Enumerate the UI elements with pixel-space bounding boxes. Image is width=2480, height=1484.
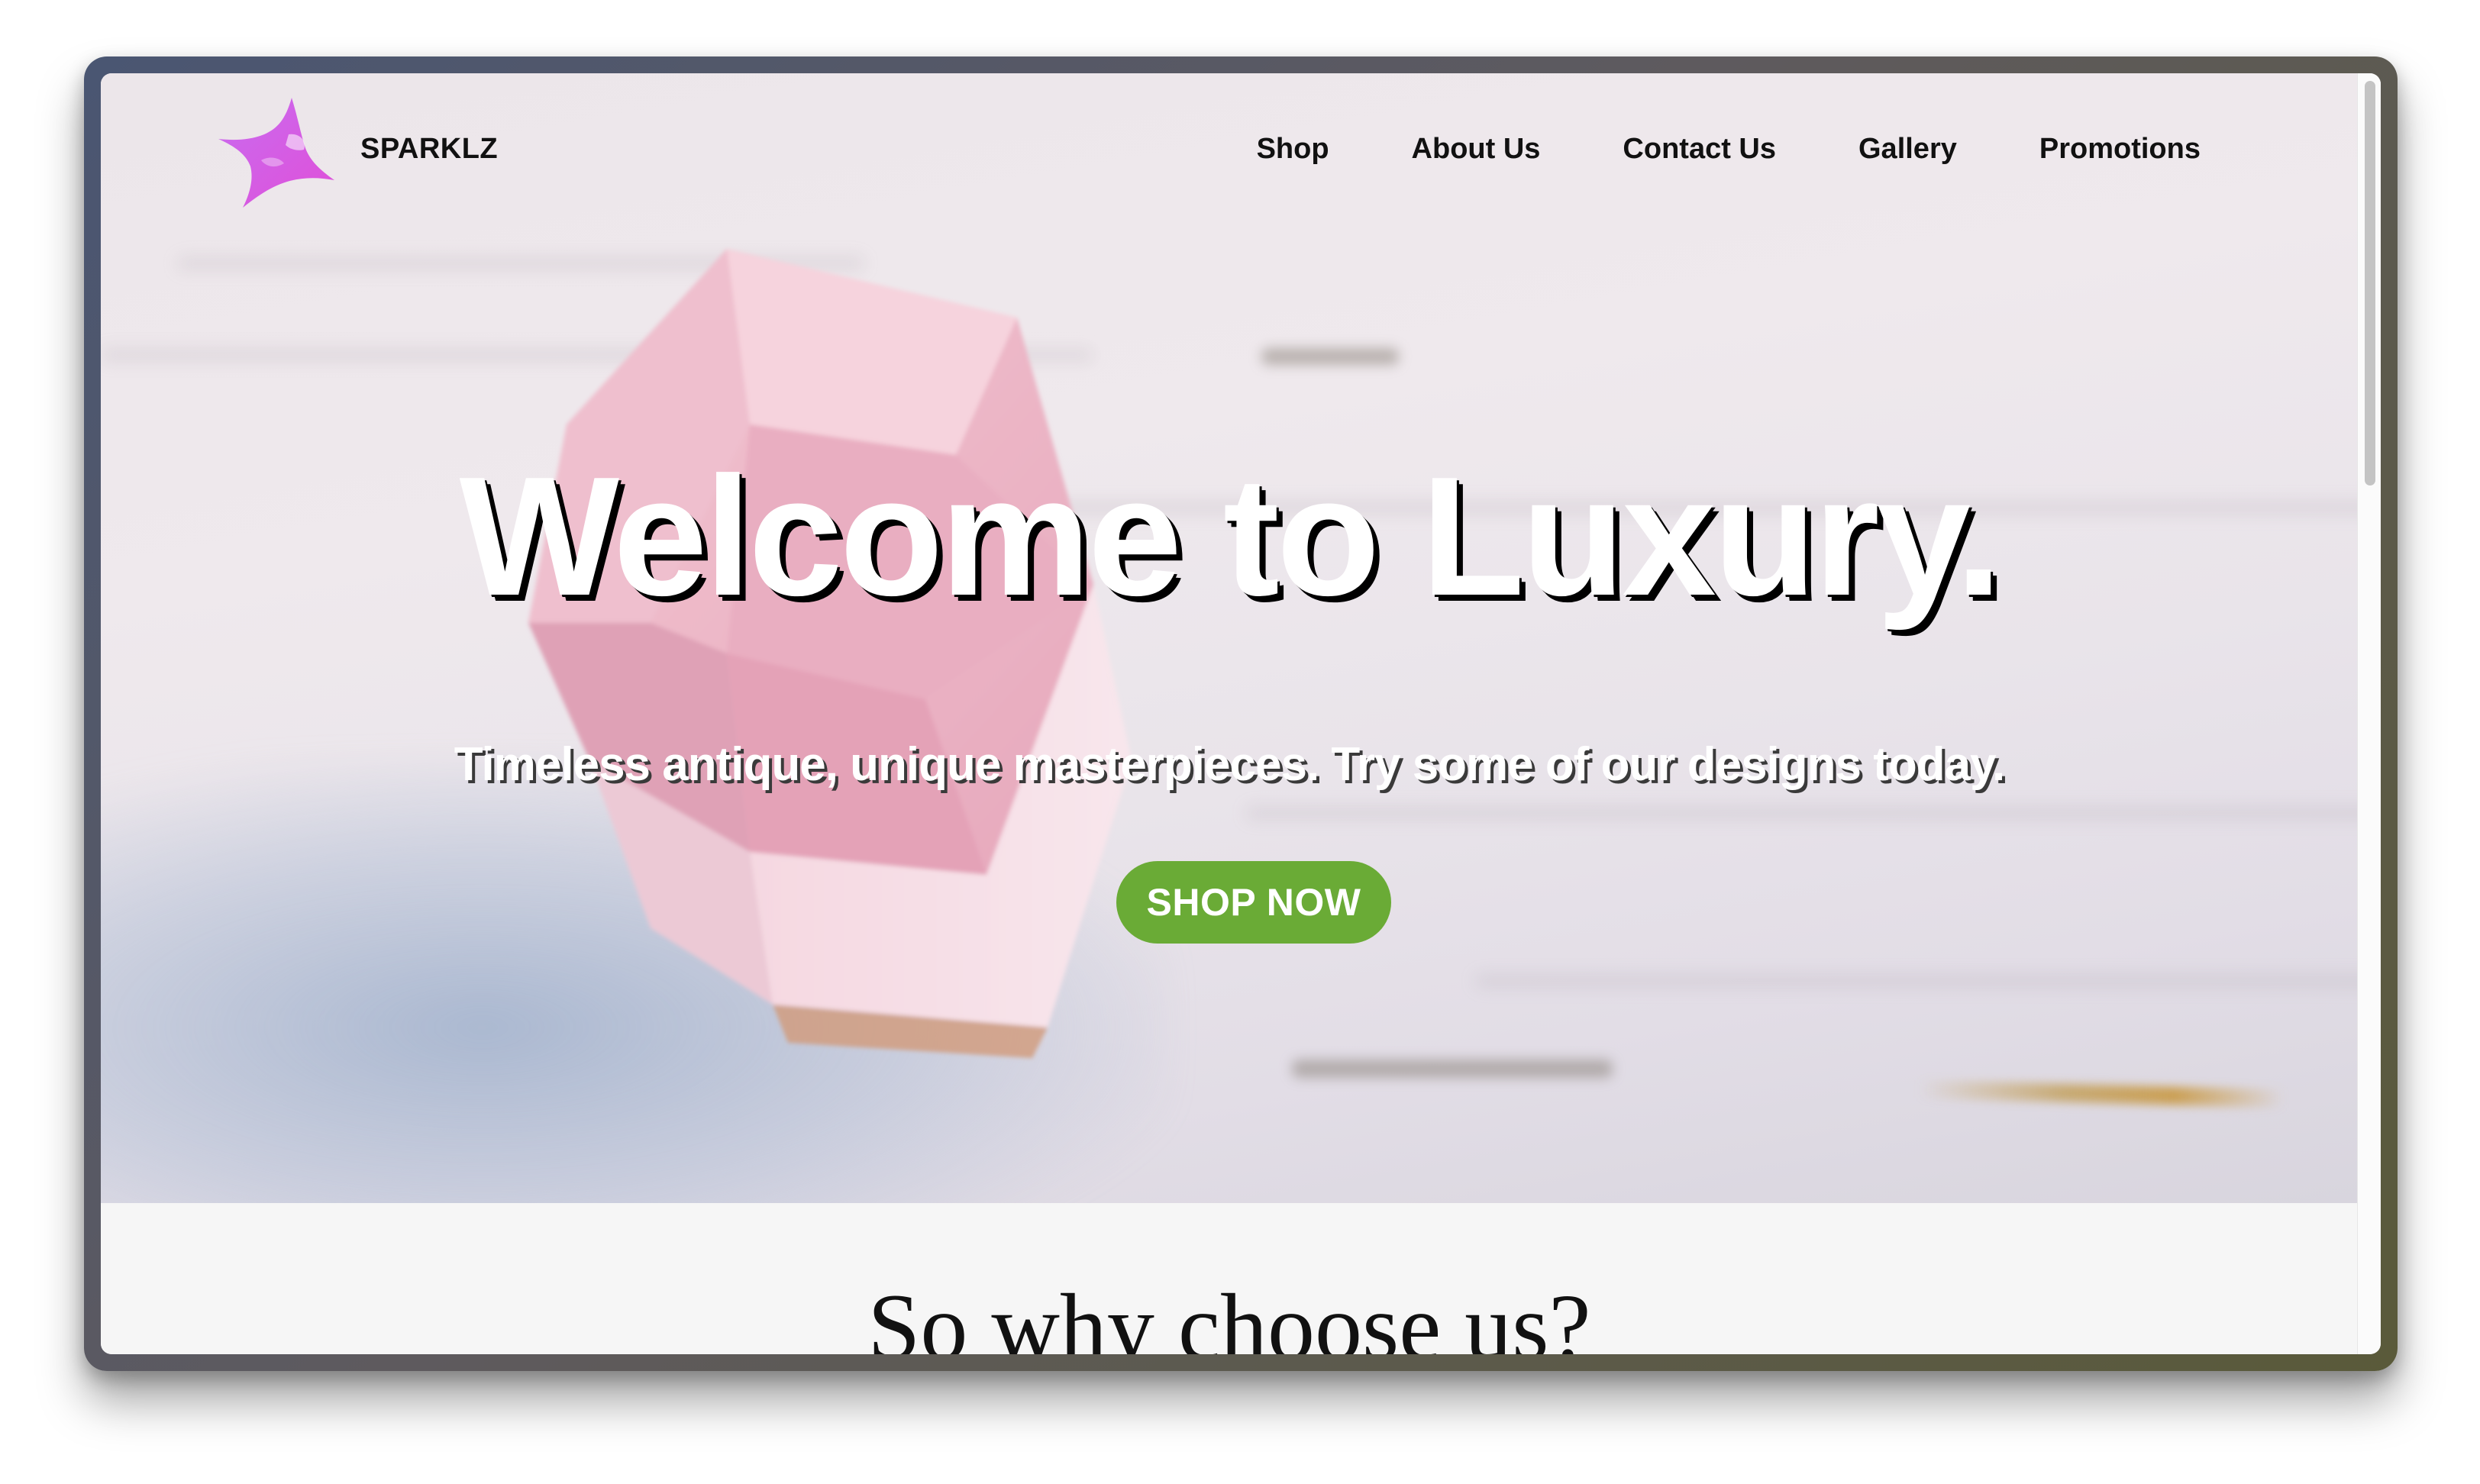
rose-quartz-crystal [528, 249, 1132, 1058]
section-title: So why choose us? [867, 1275, 1591, 1354]
nav-item-about-us[interactable]: About Us [1412, 133, 1541, 166]
nav-links: Shop About Us Contact Us Gallery Promoti… [1257, 133, 2201, 166]
browser-viewport: SPARKLZ Shop About Us Contact Us Gallery… [101, 73, 2381, 1354]
vertical-scrollbar[interactable] [2357, 73, 2381, 1354]
gold-vein [1917, 1079, 2285, 1108]
nav-item-contact-us[interactable]: Contact Us [1623, 133, 1776, 166]
wood-grain-dark-streak [1292, 1060, 1613, 1078]
wood-grain-streak [1246, 806, 2358, 820]
scrollbar-thumb[interactable] [2365, 81, 2375, 486]
nav-item-shop[interactable]: Shop [1257, 133, 1329, 166]
star-sparkle-logo-icon[interactable] [215, 90, 337, 212]
shop-now-button[interactable]: SHOP NOW [1116, 861, 1391, 944]
window-frame: SPARKLZ Shop About Us Contact Us Gallery… [84, 56, 2398, 1371]
why-choose-us-section: So why choose us? [101, 1203, 2358, 1354]
nav-item-promotions[interactable]: Promotions [2039, 133, 2201, 166]
top-navigation: SPARKLZ Shop About Us Contact Us Gallery… [101, 73, 2358, 226]
wood-grain-dark-streak [1261, 348, 1399, 365]
hero-section: SPARKLZ Shop About Us Contact Us Gallery… [101, 73, 2358, 1203]
brand-name[interactable]: SPARKLZ [360, 133, 498, 166]
wood-grain-streak [1475, 974, 2358, 988]
hero-subheadline: Timeless antique, unique masterpieces. T… [454, 738, 2005, 791]
nav-item-gallery[interactable]: Gallery [1858, 133, 1957, 166]
hero-headline: Welcome to Luxury. [459, 442, 2003, 631]
